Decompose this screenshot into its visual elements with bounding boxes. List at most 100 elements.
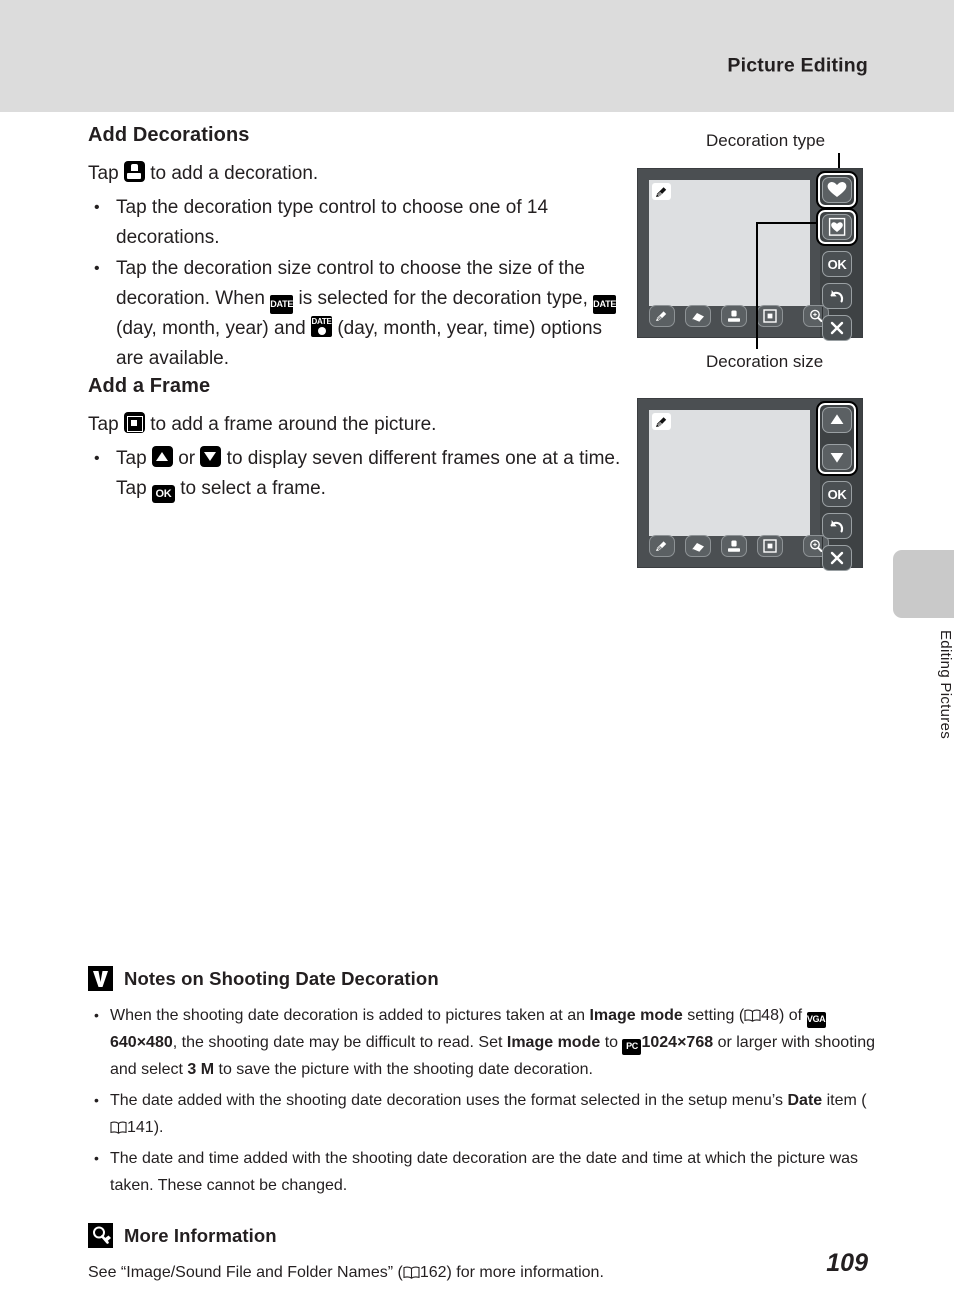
note-1-g: to save the picture with the shooting da… [218, 1061, 593, 1078]
ok-button-label: OK [827, 487, 847, 502]
frame-intro: Tap to add a frame around the picture. [88, 410, 628, 440]
undo-button[interactable] [822, 513, 852, 539]
undo-button[interactable] [822, 283, 852, 309]
frame-next-button[interactable] [822, 444, 852, 470]
vga-image-mode-icon: VGA [806, 1012, 826, 1028]
book-icon [403, 1266, 420, 1279]
frame-intro-before: Tap [88, 414, 119, 435]
ok-button[interactable]: OK [822, 251, 852, 277]
frame-previous-button[interactable] [822, 407, 852, 433]
decoration-size-button[interactable] [822, 214, 852, 240]
more-info-text-a: See “Image/Sound File and Folder Names” … [88, 1264, 403, 1281]
more-info-heading: More Information [124, 1224, 277, 1246]
caution-icon [88, 966, 113, 991]
magnifier-icon [88, 1223, 113, 1248]
note-1-ref-1: 48 [761, 1007, 779, 1024]
note-2-b: item ( [826, 1092, 867, 1109]
note-2-bold-date: Date [787, 1092, 823, 1109]
ok-icon: OK [151, 485, 175, 503]
pencil-tool-button[interactable] [649, 535, 675, 557]
more-info-text: See “Image/Sound File and Folder Names” … [88, 1259, 878, 1286]
list-item: The date added with the shooting date de… [88, 1087, 878, 1141]
more-info-ref: 162 [419, 1264, 447, 1281]
screen-image-area [649, 410, 810, 536]
frame-icon [123, 412, 145, 433]
note-3: The date and time added with the shootin… [110, 1150, 859, 1194]
callout-decoration-size: Decoration size [706, 352, 824, 371]
note-1-d: , the shooting date may be difficult to … [172, 1034, 503, 1051]
pencil-icon [652, 183, 671, 200]
clock-glyph [317, 327, 326, 335]
stamp-tool-button[interactable] [721, 305, 747, 327]
decorations-intro: Tap to add a decoration. [88, 159, 628, 189]
close-button[interactable] [822, 315, 852, 341]
note-1-bold-image-mode: Image mode [589, 1007, 683, 1024]
screen-image-area [649, 180, 810, 306]
note-2-a: The date added with the shooting date de… [110, 1092, 784, 1109]
heading-add-a-frame: Add a Frame [88, 375, 211, 397]
frame-tool-button[interactable] [757, 305, 783, 327]
note-1-bold-1024: 1024×768 [641, 1034, 714, 1051]
date-icon: DATE [270, 295, 293, 314]
more-info-text-b: ) for more information. [446, 1264, 604, 1281]
decorations-bullet-2-c: (day, month, year) and [116, 318, 306, 339]
leader-line-decoration-size-h [756, 222, 818, 224]
chapter-tab [893, 550, 954, 618]
note-1-bold-640: 640×480 [110, 1034, 173, 1051]
callout-decoration-type: Decoration type [706, 131, 826, 150]
more-info-heading-row: More Information [88, 1223, 878, 1248]
date-time-icon-label: DATE [311, 317, 332, 326]
stamp-tool-button[interactable] [721, 535, 747, 557]
frame-bullet-1-b: or [178, 448, 196, 469]
notes-list: When the shooting date decoration is add… [88, 1002, 878, 1199]
list-item: Tap the decoration type control to choos… [88, 193, 628, 253]
frame-screen: OK [637, 398, 863, 571]
screen-toolbar [649, 535, 829, 561]
chapter-tab-label: Editing Pictures [937, 630, 954, 740]
pc-image-mode-icon: PC [622, 1039, 642, 1055]
frame-bullet-1-d: to select a frame. [180, 478, 326, 499]
notes-section: Notes on Shooting Date Decoration When t… [88, 966, 878, 1286]
decorations-intro-before: Tap [88, 163, 119, 184]
frame-tool-button[interactable] [757, 535, 783, 557]
decorations-intro-after: to add a decoration. [150, 163, 319, 184]
note-1-c: ) of [778, 1007, 803, 1024]
eraser-tool-button[interactable] [685, 305, 711, 327]
pencil-icon [652, 413, 671, 430]
frame-bullet-1-a: Tap [116, 448, 147, 469]
page-title: Picture Editing [727, 54, 868, 77]
book-icon [744, 1009, 761, 1022]
pencil-tool-button[interactable] [649, 305, 675, 327]
decorations-bullet-2-b: is selected for the decoration type, [298, 288, 588, 309]
note-1-bold-3m: 3 M [187, 1061, 215, 1078]
close-button[interactable] [822, 545, 852, 571]
content-column: Add Decorations Tap to add a decoration.… [88, 124, 628, 505]
note-1-b: setting ( [687, 1007, 745, 1024]
arrow-up-icon [151, 446, 173, 467]
notes-heading-row: Notes on Shooting Date Decoration [88, 966, 878, 991]
date-time-icon: DATE [311, 316, 333, 337]
date-icon: DATE [593, 295, 616, 314]
decoration-screen: OK [637, 168, 863, 341]
frame-bullets: Tap or to display seven different frames… [88, 444, 628, 504]
decorations-bullet-1: Tap the decoration type control to choos… [116, 197, 549, 248]
decorations-bullets: Tap the decoration type control to choos… [88, 193, 628, 374]
arrow-down-icon [200, 446, 222, 467]
eraser-tool-button[interactable] [685, 535, 711, 557]
list-item: When the shooting date decoration is add… [88, 1002, 878, 1083]
ok-button[interactable]: OK [822, 481, 852, 507]
list-item: Tap or to display seven different frames… [88, 444, 628, 504]
decoration-type-button[interactable] [822, 177, 852, 203]
list-item: Tap the decoration size control to choos… [88, 254, 628, 374]
heading-add-decorations: Add Decorations [88, 124, 250, 146]
note-1-bold-image-mode-2: Image mode [506, 1034, 601, 1051]
leader-line-decoration-size-v [756, 222, 758, 349]
frame-intro-after: to add a frame around the picture. [150, 414, 437, 435]
list-item: The date and time added with the shootin… [88, 1145, 878, 1199]
stamp-icon [123, 161, 145, 182]
note-1-a: When the shooting date decoration is add… [110, 1007, 585, 1024]
note-2-ref: 141 [127, 1119, 154, 1136]
book-icon [110, 1121, 127, 1134]
note-1-e: to [604, 1034, 619, 1051]
note-2-c: ). [153, 1119, 164, 1136]
